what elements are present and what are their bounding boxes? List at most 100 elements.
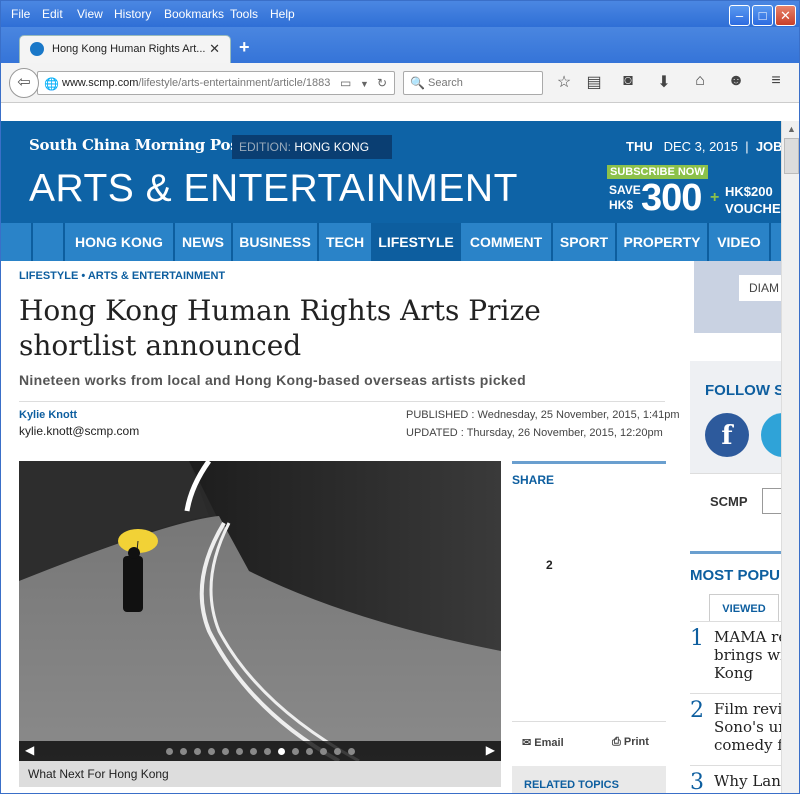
facebook-icon[interactable]: f — [705, 413, 749, 457]
nav-more[interactable] — [771, 223, 781, 261]
minimize-button[interactable]: – — [729, 5, 750, 26]
gallery-dot[interactable] — [264, 748, 271, 755]
scroll-up-icon[interactable]: ▲ — [782, 121, 799, 138]
updated-date: UPDATED : Thursday, 26 November, 2015, 1… — [406, 427, 663, 439]
gallery-dot[interactable] — [306, 748, 313, 755]
tab-viewed[interactable]: VIEWED — [709, 594, 779, 622]
search-box[interactable]: 🔍 Search — [403, 71, 543, 95]
gallery-dot[interactable] — [320, 748, 327, 755]
reload-icon[interactable]: ↻ — [377, 76, 387, 90]
menu-help[interactable]: Help — [270, 7, 295, 21]
url-text[interactable]: www.scmp.com/lifestyle/arts-entertainmen… — [62, 77, 334, 89]
gallery-dot[interactable] — [194, 748, 201, 755]
maximize-button[interactable]: □ — [752, 5, 773, 26]
menu-file[interactable]: File — [11, 7, 30, 21]
article-subhead: Nineteen works from local and Hong Kong-… — [19, 372, 526, 388]
author-email[interactable]: kylie.knott@scmp.com — [19, 424, 139, 438]
home-icon[interactable]: ⌂ — [689, 72, 711, 90]
nav-sport[interactable]: SPORT — [553, 223, 617, 261]
most-popular: MOST POPU — [690, 551, 781, 584]
scmp-app-promo[interactable]: SCMP — [690, 473, 781, 531]
breadcrumb-arts[interactable]: ARTS & ENTERTAINMENT — [88, 270, 225, 282]
gallery-dot[interactable] — [348, 748, 355, 755]
article-headline: Hong Kong Human Rights Arts Prize shortl… — [19, 294, 541, 362]
back-button[interactable]: ⇦ — [9, 68, 39, 98]
nav-comment[interactable]: COMMENT — [461, 223, 553, 261]
site-favicon-icon — [30, 42, 44, 56]
edition-selector[interactable]: EDITION: HONG KONG — [232, 135, 392, 159]
article-photo[interactable] — [19, 461, 501, 761]
related-topics: RELATED TOPICS — [512, 766, 666, 793]
gallery-dot[interactable] — [208, 748, 215, 755]
gallery-dot[interactable] — [180, 748, 187, 755]
twitter-icon[interactable] — [761, 413, 781, 457]
follow-panel: FOLLOW S f SCMP — [690, 361, 781, 531]
nav-lifestyle[interactable]: LIFESTYLE — [373, 223, 461, 261]
nav-toolbar: 🌐 www.scmp.com/lifestyle/arts-entertainm… — [1, 63, 799, 103]
next-slide-icon[interactable]: ▶ — [486, 743, 495, 757]
tab-title: Hong Kong Human Rights Art... — [52, 43, 206, 55]
jobs-link[interactable]: JOBS — [756, 139, 781, 154]
breadcrumb-lifestyle[interactable]: LIFESTYLE — [19, 270, 78, 282]
popular-item[interactable]: 1 MAMA re brings wi Kong — [690, 621, 781, 691]
gallery-dot[interactable] — [250, 748, 257, 755]
menu-bookmarks[interactable]: Bookmarks — [164, 7, 224, 21]
url-bar[interactable]: 🌐 www.scmp.com/lifestyle/arts-entertainm… — [37, 71, 395, 95]
nav-tech[interactable]: TECH — [319, 223, 373, 261]
browser-tab[interactable]: Hong Kong Human Rights Art... ✕ — [19, 35, 231, 63]
author-link[interactable]: Kylie Knott — [19, 409, 77, 421]
gallery-dot[interactable] — [236, 748, 243, 755]
site-header: South China Morning Post EDITION: HONG K… — [1, 121, 781, 223]
site-info-icon[interactable]: 🌐 — [44, 77, 59, 91]
scroll-thumb[interactable] — [784, 138, 799, 174]
share-panel: SHARE — [512, 461, 666, 487]
prev-slide-icon[interactable]: ◀ — [25, 743, 34, 757]
bookmarks-list-icon[interactable]: ▤ — [583, 72, 605, 92]
menu-tools[interactable]: Tools — [230, 7, 258, 21]
menu-hamburger-icon[interactable]: ≡ — [765, 72, 787, 90]
site-logo[interactable]: South China Morning Post — [29, 136, 245, 154]
share-actions: ✉ Email ⎙ Print — [512, 721, 666, 761]
new-tab-button[interactable]: + — [239, 37, 250, 58]
menu-history[interactable]: History — [114, 7, 151, 21]
close-tab-icon[interactable]: ✕ — [209, 41, 220, 57]
hello-icon[interactable]: ☻ — [725, 72, 747, 90]
nav-news[interactable]: NEWS — [175, 223, 233, 261]
dropdown-arrow-icon[interactable]: ▼ — [360, 79, 369, 89]
reader-view-icon[interactable]: ▭ — [340, 76, 351, 90]
nav-property[interactable]: PROPERTY — [617, 223, 709, 261]
search-placeholder: Search — [428, 77, 463, 89]
page-scrollbar[interactable]: ▲ — [781, 121, 799, 793]
nav-business[interactable]: BUSINESS — [233, 223, 319, 261]
close-window-button[interactable]: ✕ — [775, 5, 796, 26]
tunnel-photo — [19, 461, 501, 761]
nav-home[interactable] — [33, 223, 65, 261]
tab-bar: Hong Kong Human Rights Art... ✕ + — [1, 27, 799, 63]
gallery-dot[interactable] — [334, 748, 341, 755]
print-button[interactable]: ⎙ Print — [612, 736, 649, 749]
popular-item[interactable]: 3 Why Lan — [690, 765, 781, 793]
nav-hong-kong[interactable]: HONG KONG — [65, 223, 175, 261]
bookmark-star-icon[interactable]: ☆ — [553, 72, 575, 92]
email-button[interactable]: ✉ Email — [522, 736, 564, 749]
gallery-dot[interactable] — [292, 748, 299, 755]
popular-item[interactable]: 2 Film revi Sono's ur comedy f — [690, 693, 781, 763]
section-title: ARTS & ENTERTAINMENT — [29, 167, 518, 210]
pocket-icon[interactable]: ◙ — [617, 72, 639, 90]
menu-edit[interactable]: Edit — [42, 7, 63, 21]
downloads-icon[interactable]: ⬇ — [653, 72, 675, 92]
advertisement[interactable]: DIAM — [694, 261, 781, 333]
published-date: PUBLISHED : Wednesday, 25 November, 2015… — [406, 409, 680, 421]
share-count: 2 — [546, 558, 553, 572]
menu-view[interactable]: View — [77, 7, 103, 21]
app-icon — [762, 488, 781, 514]
subscribe-promo[interactable]: SUBSCRIBE NOW SAVE HK$ 300 + HK$200 VOUCHE… — [607, 165, 781, 221]
gallery-dot[interactable] — [278, 748, 285, 755]
web-page: South China Morning Post EDITION: HONG K… — [1, 121, 781, 793]
divider — [19, 401, 665, 402]
nav-spacer — [1, 223, 33, 261]
header-date: THU DEC 3, 2015 | JOBS | — [626, 139, 781, 154]
nav-video[interactable]: VIDEO — [709, 223, 771, 261]
gallery-dot[interactable] — [222, 748, 229, 755]
gallery-dot[interactable] — [166, 748, 173, 755]
